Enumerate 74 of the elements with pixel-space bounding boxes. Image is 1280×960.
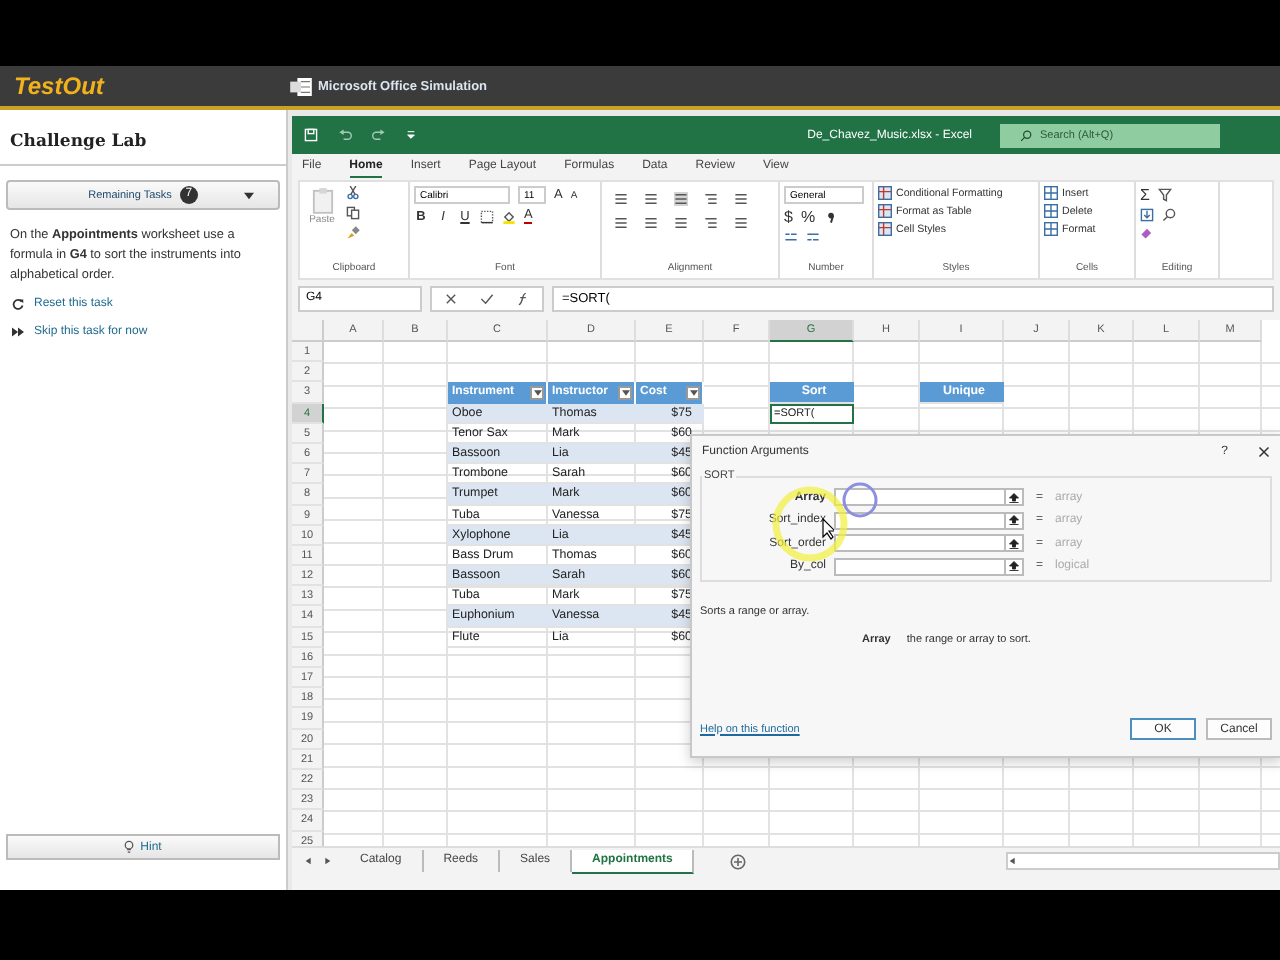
highlight-ring — [772, 486, 848, 562]
save-icon[interactable] — [304, 128, 318, 142]
arrow-up-icon — [1008, 514, 1020, 527]
alignment-icon[interactable] — [704, 216, 718, 230]
number-format-button[interactable]: % — [800, 208, 816, 226]
argument-field[interactable] — [834, 488, 1006, 507]
alignment-icon[interactable] — [734, 192, 748, 206]
collapse-button[interactable] — [1006, 488, 1024, 507]
horizontal-scrollbar[interactable] — [1006, 852, 1280, 870]
search-icon[interactable] — [1162, 208, 1176, 222]
filter-button[interactable] — [530, 385, 544, 400]
undo-icon[interactable] — [338, 128, 352, 142]
reset-icon — [12, 298, 24, 310]
alignment-icon[interactable] — [644, 192, 658, 206]
close-icon[interactable] — [1258, 445, 1270, 457]
caret-icon — [244, 192, 254, 200]
table-style-icon — [878, 186, 892, 200]
caret-icon — [689, 389, 697, 396]
cancel-icon[interactable] — [443, 292, 458, 306]
borders-icon[interactable] — [480, 209, 494, 223]
clipboard-icon — [311, 186, 333, 214]
autosum-button[interactable]: Σ — [1140, 186, 1150, 204]
alignment-icon[interactable] — [704, 192, 718, 206]
paintbrush-icon[interactable] — [346, 226, 360, 240]
arrow-up-icon — [1008, 491, 1020, 504]
add-sheet-icon[interactable] — [730, 853, 747, 869]
caret-icon — [621, 389, 629, 396]
decrease-decimal-icon[interactable] — [806, 230, 820, 244]
alignment-icon[interactable] — [644, 216, 658, 230]
increase-decimal-icon[interactable] — [784, 230, 798, 244]
argument-field[interactable] — [834, 557, 1006, 576]
next-sheet-icon[interactable] — [322, 856, 332, 866]
lab-title: Challenge Lab — [0, 110, 286, 166]
collapse-button[interactable] — [1006, 557, 1024, 576]
logo: TestOut — [14, 72, 107, 100]
argument-field[interactable] — [834, 511, 1006, 530]
filter-button[interactable] — [618, 385, 632, 400]
fill-color-icon[interactable] — [502, 209, 516, 223]
collapse-button[interactable] — [1006, 511, 1024, 530]
grid-icon — [1044, 204, 1058, 218]
filter-button[interactable] — [686, 385, 700, 400]
alignment-icon[interactable] — [614, 216, 628, 230]
grid-icon — [1044, 222, 1058, 236]
check-icon[interactable] — [479, 292, 494, 306]
argument-field[interactable] — [834, 534, 1006, 553]
grid-icon — [1044, 186, 1058, 200]
spreadsheet-icon — [290, 77, 312, 95]
insert-function-icon[interactable] — [516, 292, 531, 306]
caret-icon — [533, 389, 541, 396]
table-style-icon — [878, 222, 892, 236]
scroll-left-icon[interactable] — [1008, 856, 1018, 866]
sort-filter-icon[interactable] — [1157, 188, 1172, 202]
arrow-up-icon — [1008, 537, 1020, 550]
caret-icon[interactable] — [406, 130, 416, 140]
copy-icon[interactable] — [346, 206, 360, 220]
click-ring — [842, 482, 878, 518]
eraser-icon[interactable] — [1140, 226, 1154, 240]
lightbulb-icon — [124, 840, 135, 854]
redo-icon[interactable] — [372, 128, 386, 142]
alignment-icon[interactable] — [734, 216, 748, 230]
alignment-icon[interactable] — [674, 216, 688, 230]
collapse-button[interactable] — [1006, 534, 1024, 553]
arrow-up-icon — [1008, 560, 1020, 573]
table-style-icon — [878, 204, 892, 218]
alignment-icon[interactable] — [614, 192, 628, 206]
previous-sheet-icon[interactable] — [304, 856, 314, 866]
alignment-icon[interactable] — [674, 192, 688, 206]
comma-style-icon[interactable] — [823, 210, 838, 224]
fill-icon[interactable] — [1140, 208, 1154, 222]
pointer-icon — [822, 518, 834, 540]
skip-icon — [12, 326, 24, 338]
search-icon — [1020, 129, 1032, 141]
number-format-button[interactable]: $ — [784, 208, 793, 226]
scissors-icon[interactable] — [346, 186, 360, 200]
